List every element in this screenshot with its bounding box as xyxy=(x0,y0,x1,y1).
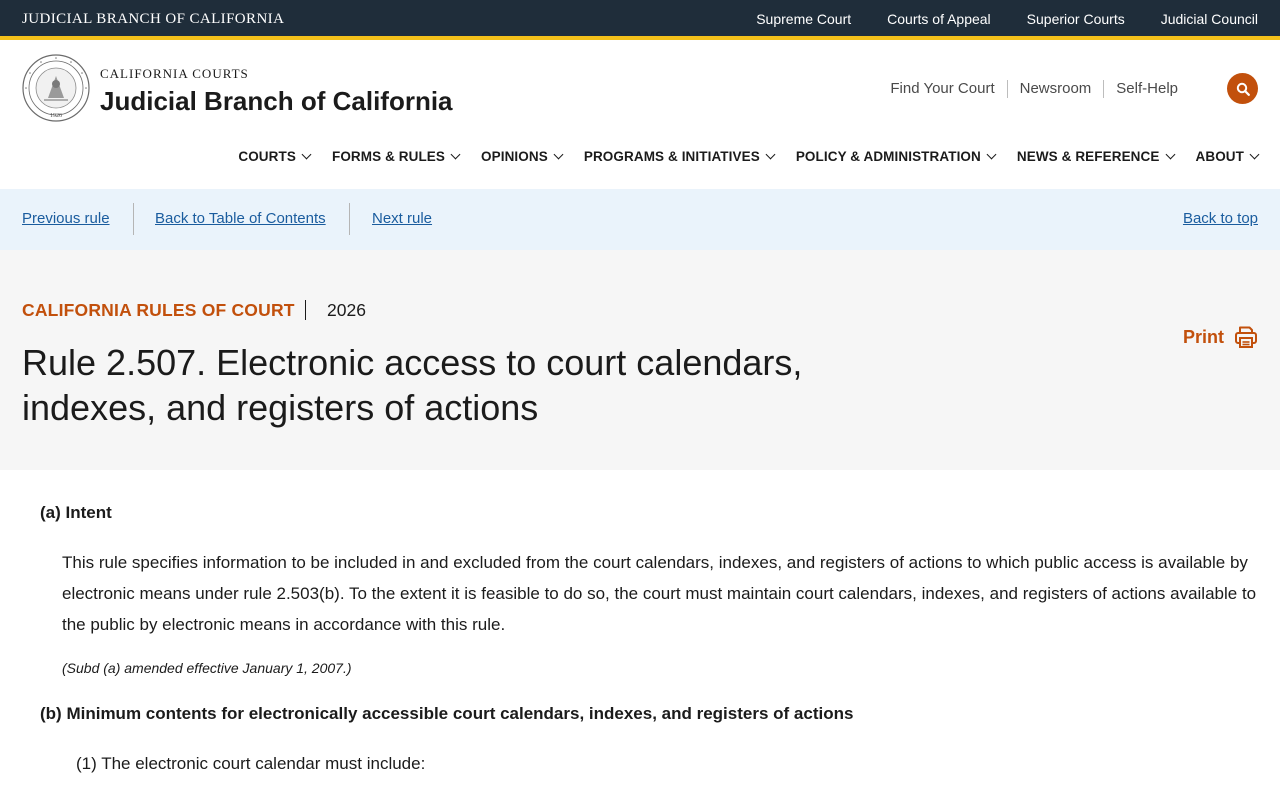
rule-navigation-bar: Previous rule Back to Table of Contents … xyxy=(0,189,1280,250)
nav-policy-administration[interactable]: POLICY & ADMINISTRATION xyxy=(795,149,997,164)
site-eyebrow: CALIFORNIA COURTS xyxy=(100,66,249,81)
subdivision-a-heading: (a) Intent xyxy=(40,503,112,523)
paragraph-1: (1) The electronic court calendar must i… xyxy=(76,748,425,779)
chevron-down-icon xyxy=(450,149,461,160)
rule-year: 2026 xyxy=(327,300,366,320)
rule-title-band: CALIFORNIA RULES OF COURT 2026 Rule 2.50… xyxy=(0,250,1280,470)
subdivision-label: (a) xyxy=(40,503,61,522)
subdivision-label: (b) xyxy=(40,704,62,723)
nav-label: POLICY & ADMINISTRATION xyxy=(795,149,981,164)
util-link-find-your-court[interactable]: Find Your Court xyxy=(878,80,1006,98)
nav-news-reference[interactable]: NEWS & REFERENCE xyxy=(1016,149,1175,164)
nav-label: PROGRAMS & INITIATIVES xyxy=(583,149,760,164)
print-label: Print xyxy=(1182,326,1224,347)
chevron-down-icon xyxy=(1249,149,1260,160)
util-link-newsroom[interactable]: Newsroom xyxy=(1006,80,1104,98)
next-rule-link[interactable]: Next rule xyxy=(372,210,432,227)
divider xyxy=(305,300,306,320)
printer-icon xyxy=(1235,326,1257,348)
top-link-courts-of-appeal[interactable]: Courts of Appeal xyxy=(887,11,991,27)
top-brand[interactable]: JUDICIAL BRANCH OF CALIFORNIA xyxy=(22,11,284,28)
divider xyxy=(349,203,350,235)
top-link-superior-courts[interactable]: Superior Courts xyxy=(1027,11,1125,27)
util-link-self-help[interactable]: Self-Help xyxy=(1103,80,1190,98)
top-link-judicial-council[interactable]: Judicial Council xyxy=(1161,11,1258,27)
utility-links: Find Your Court Newsroom Self-Help xyxy=(878,80,1190,98)
print-button[interactable]: Print xyxy=(1183,325,1258,349)
search-button[interactable] xyxy=(1227,73,1258,104)
rules-of-court-label[interactable]: CALIFORNIA RULES OF COURT xyxy=(22,300,295,321)
main-navigation: COURTS FORMS & RULES OPINIONS PROGRAMS &… xyxy=(238,149,1260,164)
subdivision-title: Intent xyxy=(65,503,112,522)
nav-courts[interactable]: COURTS xyxy=(238,149,312,164)
subdivision-b-heading: (b) Minimum contents for electronically … xyxy=(40,704,853,724)
back-to-top-link[interactable]: Back to top xyxy=(1183,210,1258,227)
divider xyxy=(133,203,134,235)
chevron-down-icon xyxy=(301,149,312,160)
nav-label: FORMS & RULES xyxy=(331,149,446,164)
nav-programs-initiatives[interactable]: PROGRAMS & INITIATIVES xyxy=(583,149,776,164)
top-link-supreme-court[interactable]: Supreme Court xyxy=(756,11,851,27)
chevron-down-icon xyxy=(765,149,776,160)
top-utility-bar: JUDICIAL BRANCH OF CALIFORNIA Supreme Co… xyxy=(0,0,1280,40)
previous-rule-link[interactable]: Previous rule xyxy=(22,210,110,227)
nav-about[interactable]: ABOUT xyxy=(1195,149,1260,164)
site-title[interactable]: Judicial Branch of California xyxy=(100,86,453,117)
paragraph-label: (1) xyxy=(76,754,97,773)
nav-label: ABOUT xyxy=(1195,149,1244,164)
seal-year: 1926 xyxy=(50,113,62,119)
table-of-contents-link[interactable]: Back to Table of Contents xyxy=(155,210,326,227)
amendment-note: (Subd (a) amended effective January 1, 2… xyxy=(62,660,352,676)
nav-forms-rules[interactable]: FORMS & RULES xyxy=(331,149,461,164)
search-icon xyxy=(1236,82,1250,96)
subdivision-title: Minimum contents for electronically acce… xyxy=(66,704,854,723)
chevron-down-icon xyxy=(986,149,997,160)
judicial-council-seal-logo[interactable]: 1926 xyxy=(22,54,90,122)
nav-label: NEWS & REFERENCE xyxy=(1016,149,1160,164)
page-title: Rule 2.507. Electronic access to court c… xyxy=(22,342,803,428)
nav-opinions[interactable]: OPINIONS xyxy=(481,149,564,164)
subdivision-a-text: This rule specifies information to be in… xyxy=(62,553,1257,634)
nav-label: OPINIONS xyxy=(481,149,548,164)
chevron-down-icon xyxy=(1165,149,1175,160)
nav-label: COURTS xyxy=(238,149,296,164)
paragraph-text: The electronic court calendar must inclu… xyxy=(101,754,426,773)
chevron-down-icon xyxy=(553,149,564,160)
top-links: Supreme Court Courts of Appeal Superior … xyxy=(756,11,1258,27)
